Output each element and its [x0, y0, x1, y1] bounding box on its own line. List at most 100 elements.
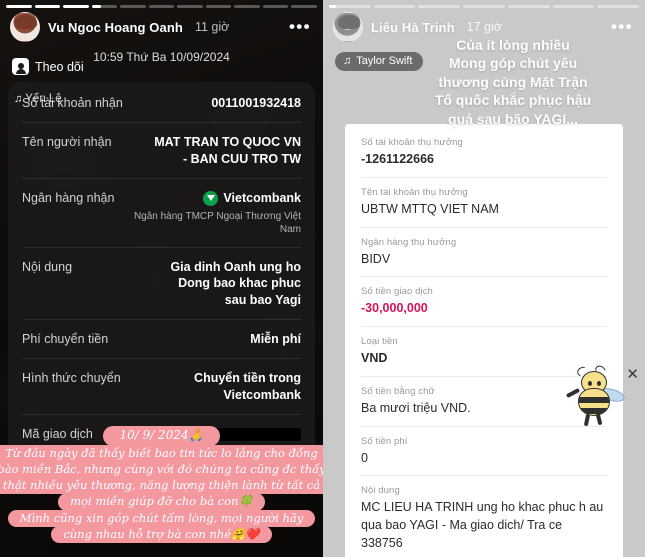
vietcombank-logo: [203, 190, 219, 206]
receipt-row-label: Nội dung: [361, 485, 400, 497]
left-story-time: 11 giờ: [194, 20, 230, 34]
bee-ad-overlay[interactable]: ✕: [565, 357, 641, 427]
receipt-value-line: sau bao Yagi: [224, 293, 301, 308]
music-note-icon: ♫: [14, 93, 23, 105]
right-story-username[interactable]: Liêu Hà Trinh: [371, 20, 455, 35]
left-story-header: Vu Ngoc Hoang Oanh 11 giờ •••: [10, 12, 313, 42]
receipt-row-value: Vietcombank Ngân hàng TMCP Ngoại Thương V…: [124, 190, 301, 237]
music-sticker[interactable]: ♫ Yến Lê: [14, 93, 62, 105]
right-story-caption: Của ít lòng nhiều Mong góp chút yêu thương…: [393, 36, 633, 128]
bank-full-name: Ngân hàng TMCP Ngoại Thương Việt Nam: [133, 210, 301, 236]
left-story-progress-bar[interactable]: [6, 5, 318, 8]
pink-sticker-line: Từ đầu ngày đã thấy biết bao tin tức lo …: [0, 444, 323, 462]
music-sticker-label: Yến Lê: [25, 93, 62, 105]
receipt-row: Số tiền phí 0: [361, 427, 607, 477]
right-story-panel[interactable]: Liêu Hà Trinh 17 giờ ••• ♫ Taylor Swift …: [323, 0, 645, 557]
receipt-row-label: Ngân hàng nhận: [22, 190, 115, 205]
story-progress-segment[interactable]: [329, 5, 371, 8]
bee-stripe: [579, 408, 609, 414]
receipt-value-line: Vietcombank: [223, 387, 301, 402]
receipt-value-line: MAT TRAN TO QUOC VN: [154, 134, 301, 149]
story-progress-segment[interactable]: [6, 5, 32, 8]
story-progress-segment[interactable]: [373, 5, 416, 8]
story-progress-segment[interactable]: [507, 5, 550, 8]
caption-line: thương cùng Mặt Trận: [438, 73, 588, 90]
receipt-row: Ngân hàng nhận Vietcombank Ngân hàng TMCP …: [22, 179, 301, 248]
story-progress-segment[interactable]: [120, 5, 146, 8]
receipt-row-value: UBTW MTTQ VIET NAM: [361, 201, 499, 216]
story-progress-segment[interactable]: [177, 5, 203, 8]
receipt-row-label: Tên người nhận: [22, 134, 112, 149]
close-icon[interactable]: ✕: [626, 367, 639, 382]
receipt-value-line: Gia dinh Oanh ung ho: [170, 259, 301, 274]
story-progress-segment[interactable]: [418, 5, 461, 8]
pink-text-sticker: 10/ 9/ 2024🙏 Từ đầu ngày đã thấy biết bao…: [0, 425, 323, 543]
more-options-icon[interactable]: •••: [611, 18, 635, 35]
bee-torso: [578, 388, 610, 416]
story-progress-fill: [329, 5, 336, 8]
receipt-value-line: 0011001932418: [211, 96, 301, 110]
receipt-value-line: Miễn phí: [250, 332, 301, 347]
receipt-row-value: Chuyển tiền trong Vietcombank: [131, 370, 301, 404]
receipt-row: Hình thức chuyển Chuyển tiền trong Vietcom…: [22, 359, 301, 415]
receipt-row: Nội dung Gia dinh Oanh ung ho Dong bao kha…: [22, 248, 301, 321]
story-progress-segment[interactable]: [148, 5, 175, 8]
story-progress-segment[interactable]: [463, 5, 505, 8]
story-progress-segment[interactable]: [205, 5, 232, 8]
receipt-row-value: -30,000,000: [361, 301, 428, 316]
receipt-row-label: Tên tài khoản thụ hưởng: [361, 186, 468, 198]
avatar[interactable]: [10, 12, 40, 42]
pink-sticker-line: Mình cũng xin góp chút tấm lòng, mọi ngư…: [7, 509, 316, 527]
receipt-value-line: - BAN CUU TRO TW: [182, 151, 301, 166]
bank-name-line: Vietcombank: [124, 190, 301, 207]
pink-sticker-date: 10/ 9/ 2024🙏: [103, 425, 220, 446]
right-story-progress-bar[interactable]: [329, 5, 640, 8]
pink-sticker-line: thật nhiều yêu thương, năng lượng thiện …: [0, 477, 323, 495]
receipt-value-line: Chuyển tiền trong: [194, 371, 301, 385]
music-pill-label: Taylor Swift: [356, 55, 413, 67]
receipt-row-value: MC LIEU HA TRINH ung ho khac phuc h au q…: [361, 500, 604, 550]
receipt-row: Số tài khoản nhận 0011001932418: [22, 84, 301, 123]
stories-screen: Vu Ngoc Hoang Oanh 11 giờ ••• 10:59 Thứ …: [0, 0, 645, 557]
receipt-row-label: Phí chuyển tiền: [22, 332, 109, 347]
avatar-hair: [338, 15, 360, 29]
avatar[interactable]: [333, 12, 363, 42]
right-transfer-receipt: Số tài khoản thụ hưởng -1261122666 Tên tài…: [345, 124, 623, 557]
story-progress-segment[interactable]: [262, 5, 289, 8]
follow-button[interactable]: Theo dõi: [12, 58, 84, 75]
receipt-row-value: 0011001932418: [133, 95, 301, 112]
receipt-value-line: Dong bao khac phuc: [178, 276, 301, 291]
caption-line: Tổ quốc khắc phục hậu: [434, 92, 592, 109]
receipt-row-value: MAT TRAN TO QUOC VN - BAN CUU TRO TW: [122, 134, 301, 168]
story-progress-segment[interactable]: [597, 5, 640, 8]
receipt-row-label: Số tài khoản thụ hưởng: [361, 137, 463, 148]
receipt-row: Số tiền giao dịch -30,000,000: [361, 277, 607, 327]
story-progress-segment[interactable]: [234, 5, 260, 8]
left-story-panel[interactable]: Vu Ngoc Hoang Oanh 11 giờ ••• 10:59 Thứ …: [0, 0, 323, 557]
pink-sticker-line: mọi miền giúp đỡ cho bà con🍀: [58, 493, 265, 511]
right-story-header: Liêu Hà Trinh 17 giờ •••: [333, 12, 635, 42]
receipt-row-value: Gia dinh Oanh ung ho Dong bao khac phuc sa…: [82, 259, 301, 310]
story-progress-segment[interactable]: [291, 5, 318, 8]
avatar-hair: [15, 15, 37, 29]
receipt-row: Nội dung MC LIEU HA TRINH ung ho khac phu…: [361, 476, 607, 557]
more-options-icon[interactable]: •••: [289, 18, 313, 35]
receipt-row: Ngân hàng thụ hưởng BIDV: [361, 228, 607, 278]
story-progress-segment[interactable]: [91, 5, 118, 8]
story-progress-fill: [63, 5, 89, 8]
music-pill[interactable]: ♫ Taylor Swift: [335, 52, 423, 71]
story-progress-fill: [34, 5, 61, 8]
receipt-row-value: -1261122666: [361, 152, 434, 166]
story-progress-segment[interactable]: [552, 5, 595, 8]
left-story-username[interactable]: Vu Ngoc Hoang Oanh: [48, 20, 183, 35]
story-progress-segment[interactable]: [34, 5, 61, 8]
bee-eye: [597, 381, 601, 386]
story-progress-fill: [6, 5, 32, 8]
bee-mascot-icon: [565, 363, 627, 427]
receipt-row-label: Hình thức chuyển: [22, 371, 121, 385]
story-progress-segment[interactable]: [63, 5, 89, 8]
receipt-row-label: Ngân hàng thụ hưởng: [361, 236, 457, 248]
pink-sticker-line: bào miền Bắc, nhưng cùng với đó chúng ta…: [0, 460, 323, 479]
receipt-row: Phí chuyển tiền Miễn phí: [22, 320, 301, 359]
receipt-row: Tên người nhận MAT TRAN TO QUOC VN - BAN C…: [22, 123, 301, 179]
